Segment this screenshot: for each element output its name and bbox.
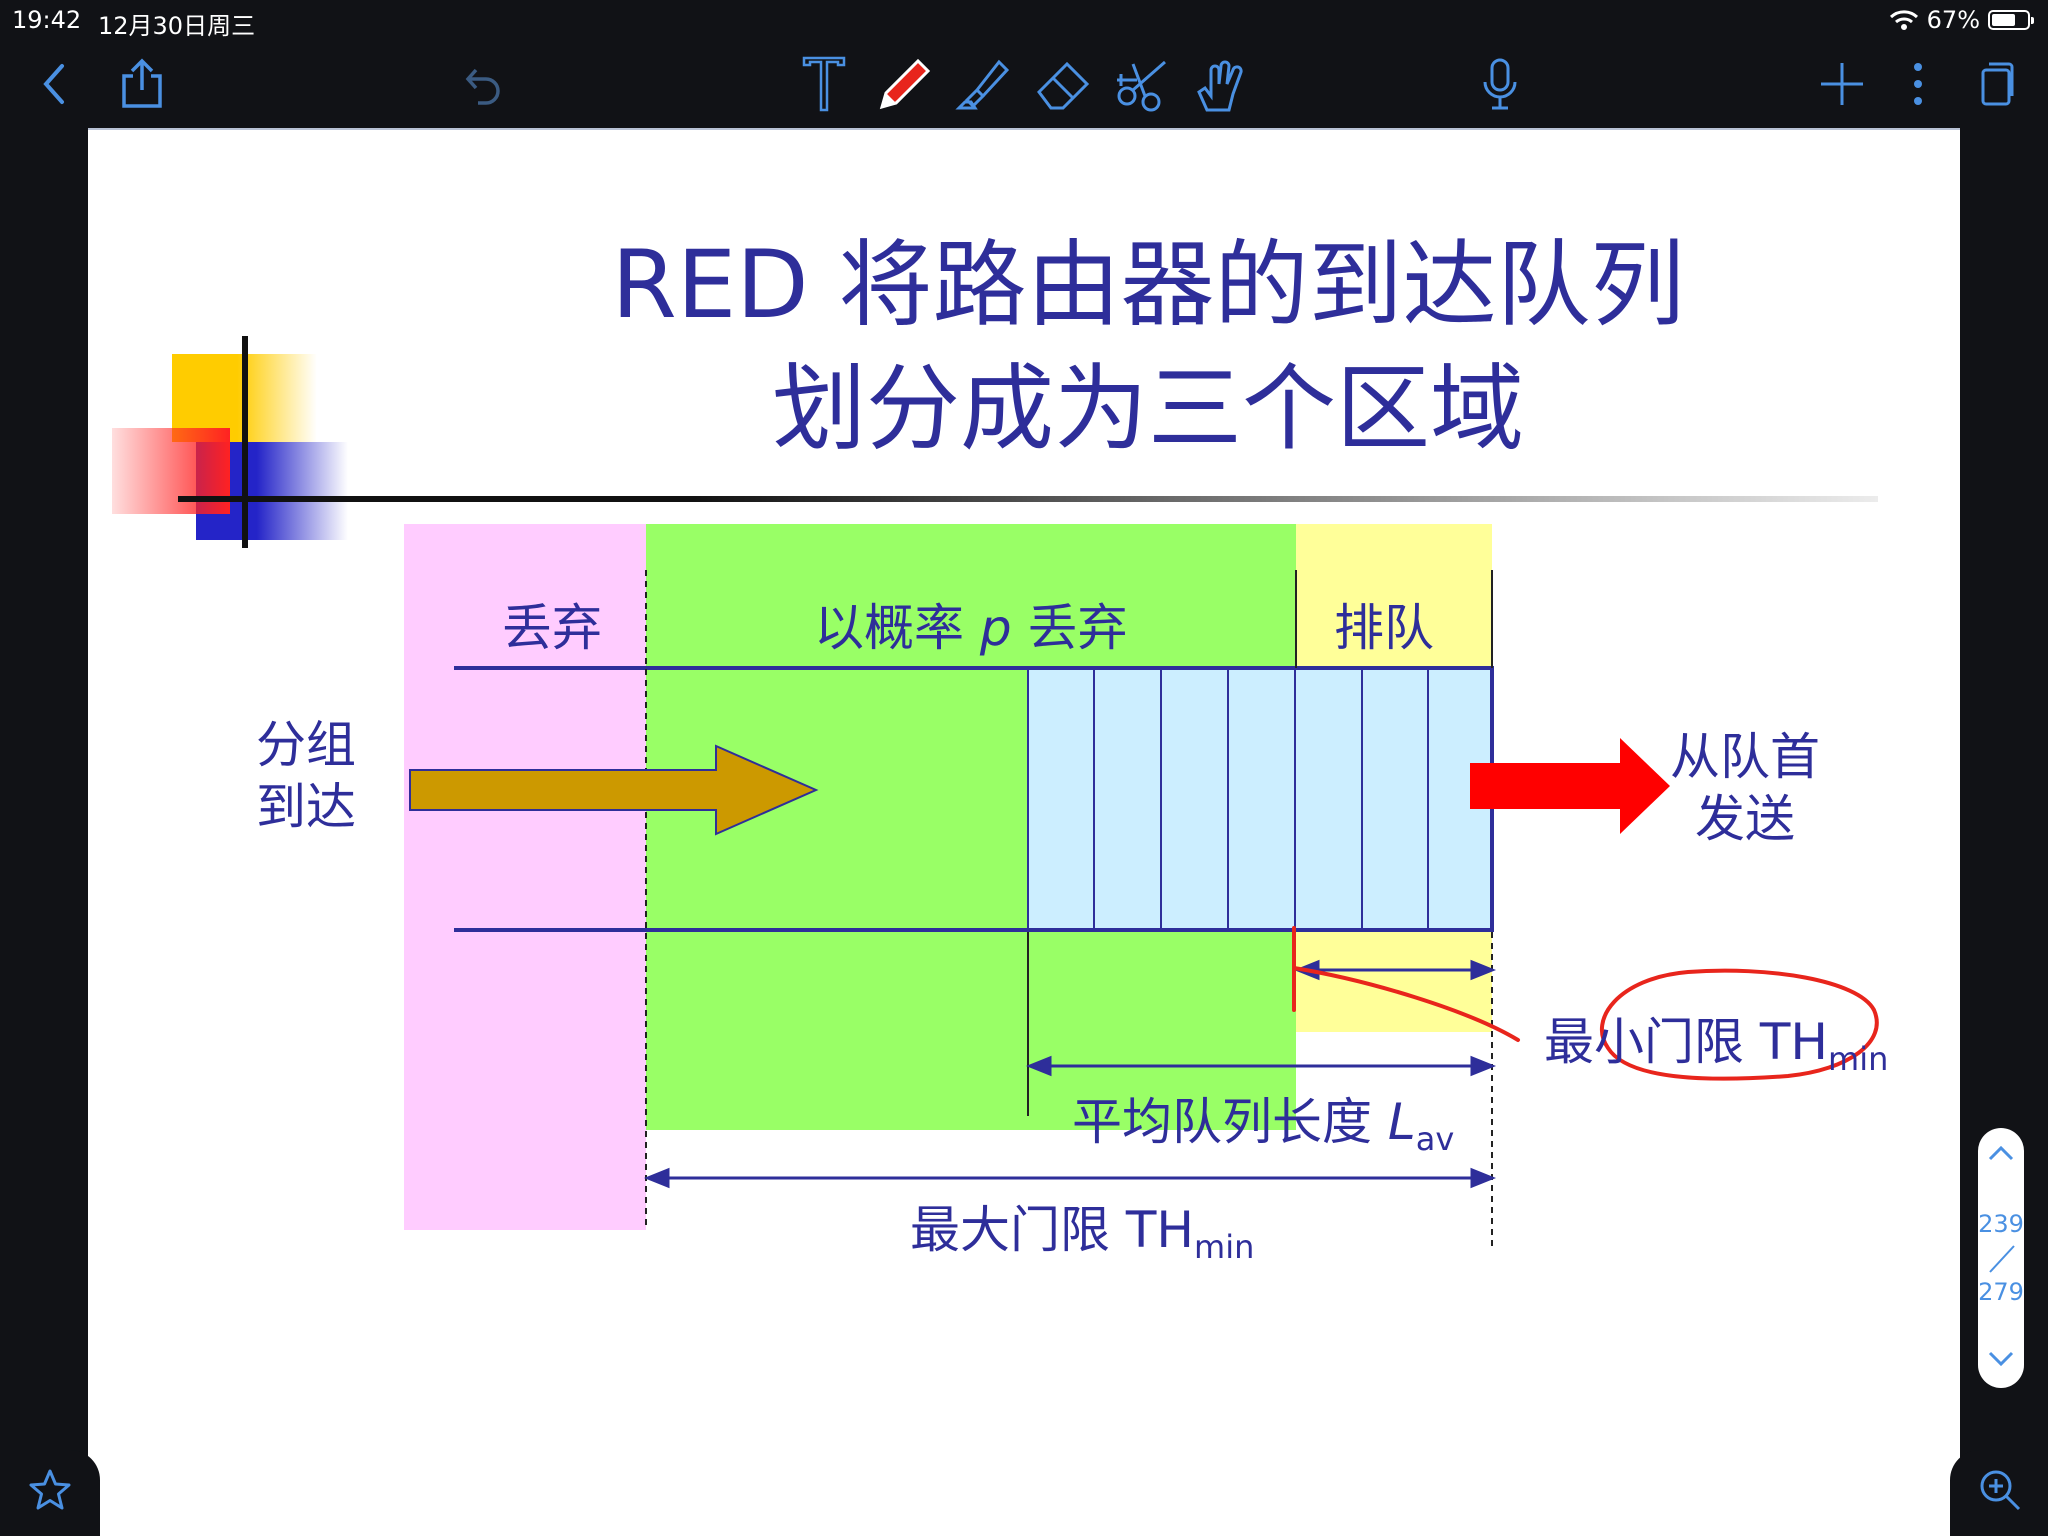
max-threshold-arrow: [643, 1167, 1497, 1189]
highlighter-icon[interactable]: [950, 40, 1016, 128]
eraser-icon[interactable]: [1030, 40, 1096, 128]
page-total: 279: [1978, 1278, 2024, 1306]
avg-length-label: 平均队列长度 Lav: [1072, 1082, 1454, 1158]
zone-drop-label: 丢弃: [502, 599, 602, 657]
max-threshold-sub: min: [1194, 1228, 1255, 1266]
toolbar: [0, 40, 2048, 128]
zone-prob-var: p: [979, 599, 1012, 657]
slide-page[interactable]: RED 将路由器的到达队列 划分成为三个区域 丢弃 以概率 p 丢弃 排队 分组…: [88, 130, 1960, 1536]
hand-tool-icon[interactable]: [1188, 40, 1254, 128]
battery-percent: 67%: [1926, 6, 1980, 34]
avg-length-text: 平均队列长度: [1072, 1093, 1372, 1151]
page-divider: [1986, 1244, 2016, 1278]
zoom-button[interactable]: [1950, 1450, 2048, 1536]
status-right: 67%: [1889, 6, 2034, 34]
zone-prob-suffix: 丢弃: [1027, 599, 1128, 657]
max-threshold-label: 最大门限 THmin: [910, 1190, 1254, 1266]
zone-queue-label: 排队: [1334, 599, 1434, 657]
star-icon: [29, 1469, 71, 1510]
share-icon[interactable]: [112, 40, 172, 128]
avg-length-var: L: [1387, 1093, 1416, 1151]
add-icon[interactable]: [1816, 40, 1868, 128]
status-date: 12月30日周三: [98, 12, 256, 40]
zone-probability-label: 以概率 p 丢弃: [814, 588, 1128, 660]
min-threshold-label: 最小门限 THmin: [1544, 1002, 1888, 1078]
arrival-line-1: 分组: [256, 716, 356, 774]
zoom-in-icon: [1980, 1470, 2021, 1511]
page-current: 239: [1978, 1210, 2024, 1238]
microphone-icon[interactable]: [1472, 40, 1528, 128]
scroll-down-icon[interactable]: [1987, 1350, 2015, 1372]
status-bar: 19:42 12月30日周三 67%: [0, 0, 2048, 40]
departure-arrow: [1470, 738, 1670, 834]
min-threshold-text: 最小门限 TH: [1544, 1013, 1829, 1071]
page-scroller[interactable]: 239 279: [1978, 1128, 2024, 1388]
text-tool-icon[interactable]: [794, 40, 854, 128]
scroll-up-icon[interactable]: [1987, 1144, 2015, 1166]
avg-length-sub: av: [1415, 1120, 1455, 1158]
favorite-button[interactable]: [0, 1450, 100, 1536]
departure-line-1: 从队首: [1670, 728, 1820, 786]
max-threshold-text: 最大门限 TH: [910, 1201, 1195, 1259]
min-threshold-sub: min: [1828, 1040, 1889, 1078]
undo-icon[interactable]: [456, 40, 512, 128]
pen-tool-icon[interactable]: [870, 40, 940, 128]
departure-label: 从队首 发送: [1670, 726, 1820, 850]
pages-icon[interactable]: [1974, 40, 2020, 128]
departure-line-2: 发送: [1695, 790, 1795, 848]
more-icon[interactable]: [1900, 40, 1936, 128]
back-chevron-icon[interactable]: [30, 40, 80, 128]
status-time: 19:42: [12, 6, 82, 34]
battery-icon: [1988, 10, 2034, 30]
wifi-icon: [1889, 10, 1918, 30]
zone-prob-prefix: 以概率: [814, 599, 964, 657]
arrival-line-2: 到达: [256, 778, 356, 836]
queue-buffer: [1028, 668, 1492, 930]
arrival-label: 分组 到达: [256, 714, 356, 838]
scissors-icon[interactable]: [1110, 40, 1176, 128]
